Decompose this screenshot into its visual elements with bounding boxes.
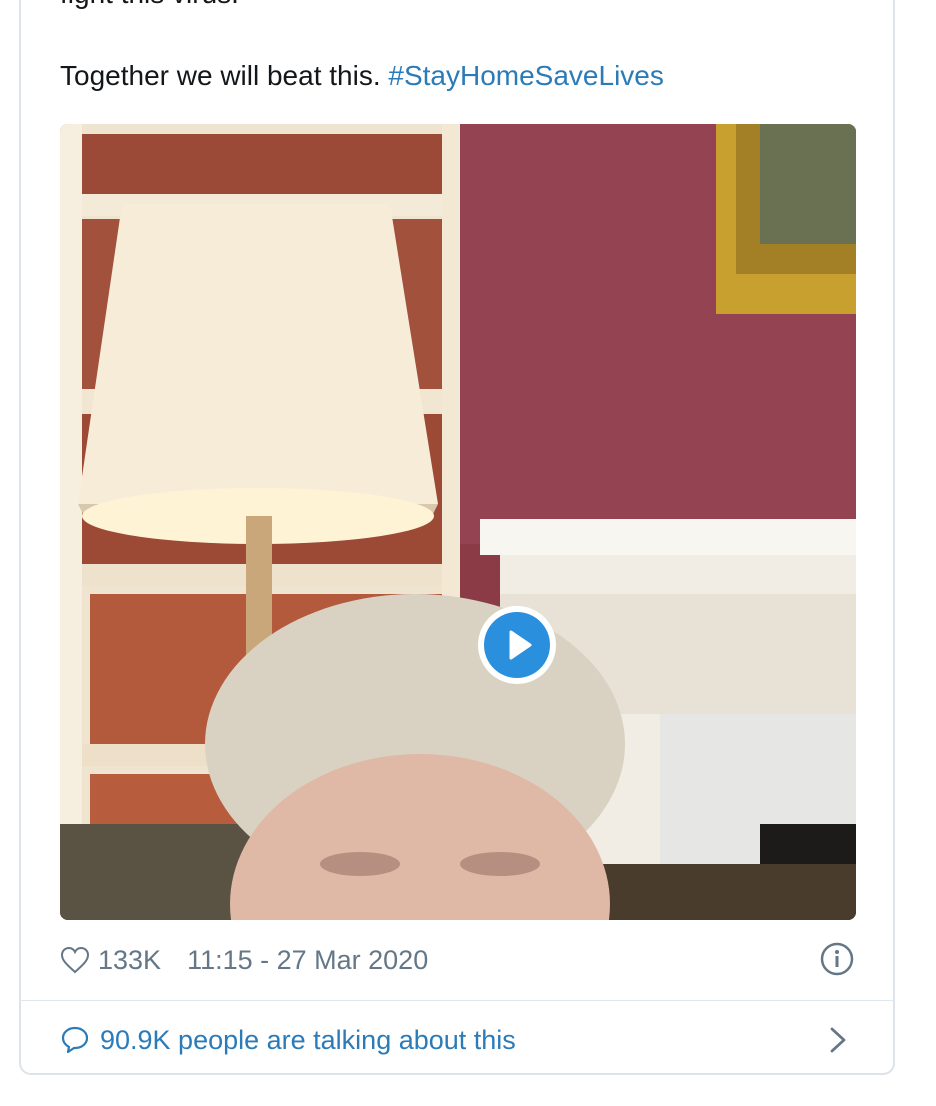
tweet-text: Together we will beat this. #StayHomeSav… xyxy=(60,60,664,92)
hashtag-link[interactable]: #StayHomeSaveLives xyxy=(388,60,663,91)
tweet-meta: 133K 11:15 - 27 Mar 2020 xyxy=(60,940,428,980)
video-frame-illustration xyxy=(60,124,856,920)
tweet-timestamp[interactable]: 11:15 - 27 Mar 2020 xyxy=(187,945,428,976)
talking-about-link[interactable]: 90.9K people are talking about this xyxy=(60,1020,516,1060)
chevron-right-icon[interactable] xyxy=(826,1024,850,1056)
like-button[interactable]: 133K xyxy=(60,945,187,976)
play-button[interactable] xyxy=(478,606,556,684)
speech-bubble-icon xyxy=(61,1026,89,1054)
tweet-text-cut-line: fight this virus. xyxy=(60,0,239,10)
heart-icon xyxy=(60,946,90,974)
like-count: 133K xyxy=(98,944,162,975)
divider xyxy=(19,1000,895,1001)
info-button[interactable] xyxy=(820,942,854,976)
info-icon xyxy=(820,942,854,976)
video-thumbnail[interactable] xyxy=(60,124,856,920)
tweet-text-main: Together we will beat this. xyxy=(60,60,389,91)
play-icon xyxy=(484,612,550,678)
talking-about-text: 90.9K people are talking about this xyxy=(100,1024,516,1055)
